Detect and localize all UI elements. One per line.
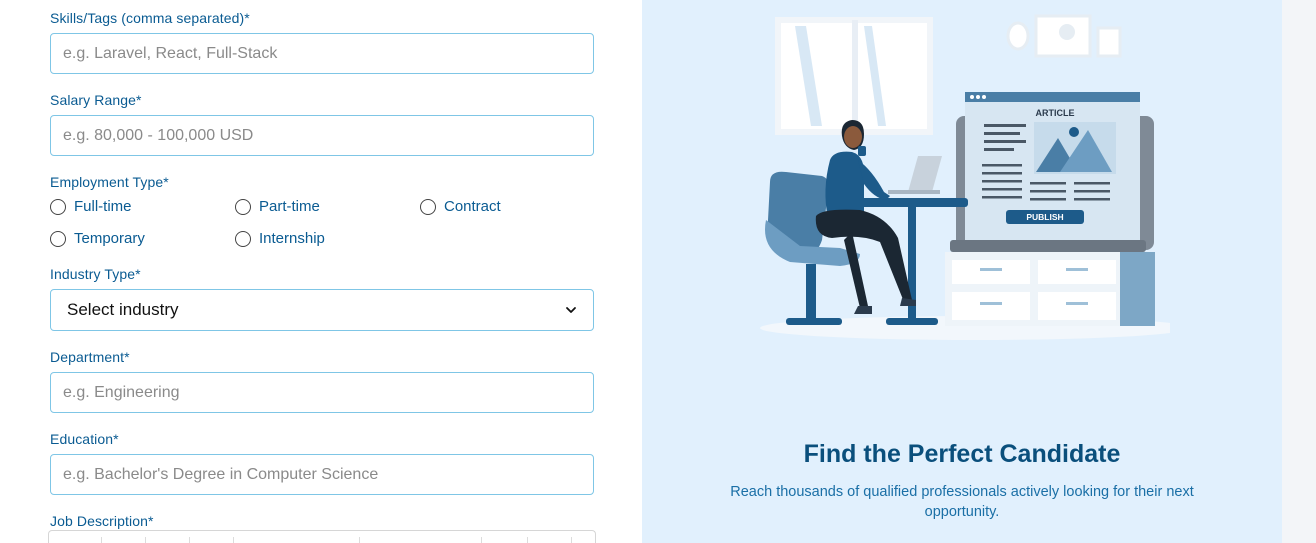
radio-circle — [235, 198, 251, 215]
radio-part-time[interactable]: Part-time — [235, 198, 320, 215]
toolbar-divider — [189, 537, 190, 543]
radio-label: Temporary — [74, 230, 145, 247]
wall-frames — [1006, 14, 1122, 58]
toolbar-divider — [571, 537, 572, 543]
window-shape — [775, 17, 933, 135]
radio-circle — [50, 198, 66, 215]
radio-temporary[interactable]: Temporary — [50, 230, 145, 247]
education-input[interactable] — [50, 454, 594, 495]
cabinet-shape — [945, 252, 1155, 326]
department-label: Department* — [50, 349, 130, 365]
employment-type-label: Employment Type* — [50, 174, 169, 190]
toolbar-divider — [481, 537, 482, 543]
toolbar-divider — [145, 537, 146, 543]
chevron-down-icon — [566, 307, 576, 313]
education-label: Education* — [50, 431, 119, 447]
page-edge — [1282, 0, 1316, 543]
radio-internship[interactable]: Internship — [235, 230, 325, 247]
industry-type-label: Industry Type* — [50, 266, 141, 282]
radio-label: Contract — [444, 198, 501, 215]
radio-circle — [235, 230, 251, 247]
radio-circle — [420, 198, 436, 215]
salary-input[interactable] — [50, 115, 594, 156]
publishing-illustration: ARTICLE PUBLISH — [760, 14, 1170, 340]
radio-contract[interactable]: Contract — [420, 198, 501, 215]
laptop-shape — [888, 156, 942, 194]
promo-title: Find the Perfect Candidate — [803, 440, 1121, 468]
radio-circle — [50, 230, 66, 247]
department-input[interactable] — [50, 372, 594, 413]
toolbar-divider — [233, 537, 234, 543]
toolbar-divider — [527, 537, 528, 543]
radio-label: Part-time — [259, 198, 320, 215]
promo-subtitle: Reach thousands of qualified professiona… — [730, 484, 1194, 520]
toolbar-divider — [101, 537, 102, 543]
skills-label: Skills/Tags (comma separated)* — [50, 10, 250, 26]
job-form-panel: Skills/Tags (comma separated)* Salary Ra… — [0, 0, 642, 543]
job-post-page: Skills/Tags (comma separated)* Salary Ra… — [0, 0, 1316, 543]
industry-select-value: Select industry — [67, 300, 179, 319]
description-editor-toolbar[interactable] — [48, 530, 596, 543]
person-shape — [815, 120, 916, 314]
radio-label: Full-time — [74, 198, 132, 215]
skills-input[interactable] — [50, 33, 594, 74]
radio-full-time[interactable]: Full-time — [50, 198, 132, 215]
radio-label: Internship — [259, 230, 325, 247]
salary-label: Salary Range* — [50, 92, 142, 108]
industry-select[interactable]: Select industry — [50, 289, 594, 331]
toolbar-divider — [359, 537, 360, 543]
article-text: ARTICLE — [1036, 108, 1075, 118]
publish-text: PUBLISH — [1026, 212, 1063, 222]
monitor-shape: ARTICLE PUBLISH — [950, 92, 1154, 252]
job-description-label: Job Description* — [50, 513, 154, 529]
